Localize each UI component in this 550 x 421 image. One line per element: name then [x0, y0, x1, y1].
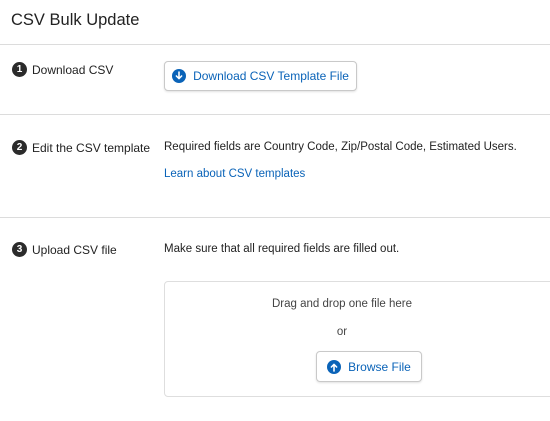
- step-1-number-badge: 1: [12, 62, 27, 77]
- file-dropzone[interactable]: Drag and drop one file here or Browse Fi…: [164, 281, 550, 397]
- divider-1: [0, 114, 550, 115]
- step-1-label: Download CSV: [32, 62, 114, 77]
- browse-file-button-label: Browse File: [348, 359, 411, 374]
- step-2-header: 2 Edit the CSV template: [12, 140, 150, 155]
- download-csv-template-button[interactable]: Download CSV Template File: [164, 61, 357, 91]
- step-3-header: 3 Upload CSV file: [12, 242, 117, 257]
- page-title: CSV Bulk Update: [11, 11, 140, 29]
- browse-file-button[interactable]: Browse File: [316, 351, 422, 382]
- required-fields-text: Required fields are Country Code, Zip/Po…: [164, 141, 517, 153]
- required-fields-filled-text: Make sure that all required fields are f…: [164, 243, 400, 255]
- divider-top: [0, 44, 550, 45]
- upload-arrow-icon: [327, 359, 342, 374]
- step-1-header: 1 Download CSV: [12, 62, 113, 77]
- dropzone-drag-text: Drag and drop one file here: [271, 298, 412, 310]
- step-2-label: Edit the CSV template: [32, 140, 151, 155]
- learn-about-csv-templates-link[interactable]: Learn about CSV templates: [164, 168, 305, 180]
- step-2-number-badge: 2: [12, 140, 27, 155]
- step-3-label: Upload CSV file: [32, 242, 117, 257]
- divider-2: [0, 217, 550, 218]
- dropzone-or-text: or: [336, 326, 348, 338]
- download-csv-template-button-label: Download CSV Template File: [193, 69, 349, 83]
- step-3-number-badge: 3: [12, 242, 27, 257]
- download-arrow-icon: [172, 69, 187, 83]
